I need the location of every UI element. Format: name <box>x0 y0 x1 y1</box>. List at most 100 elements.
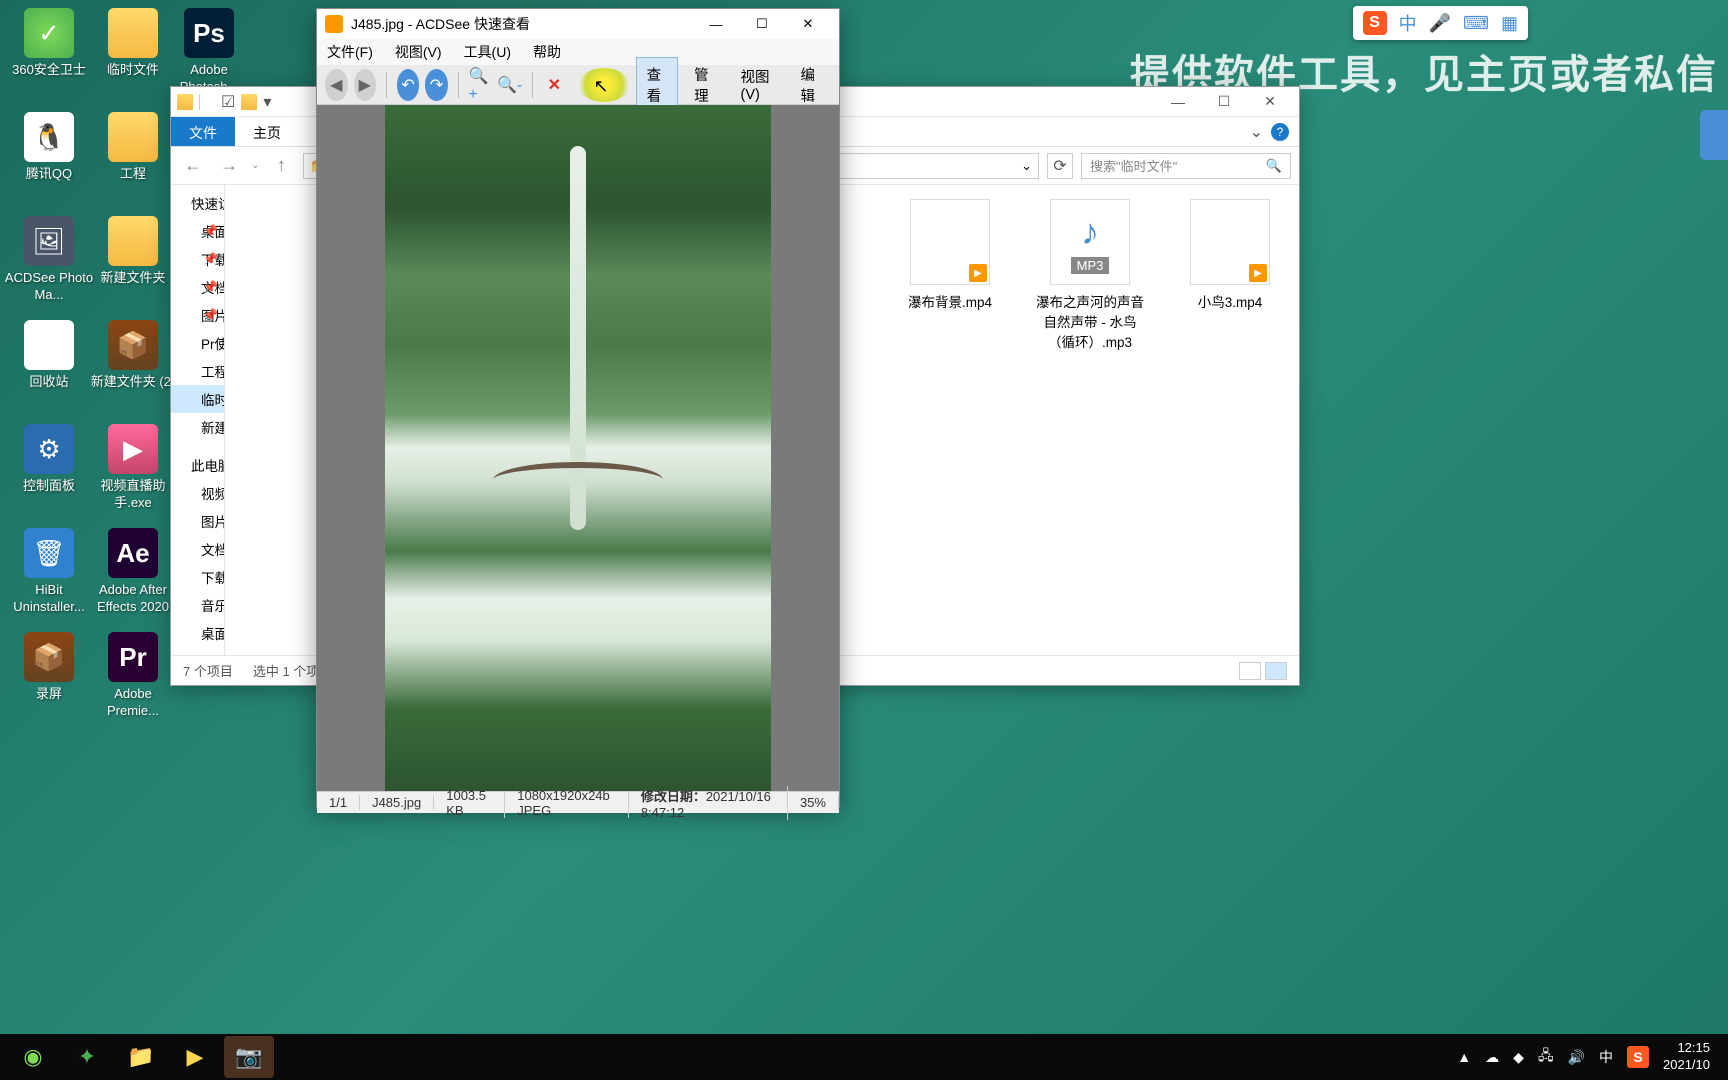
viewer-close-button[interactable]: ✕ <box>785 10 831 38</box>
desktop-icon-Adobe Photosh...[interactable]: PsAdobe Photosh... <box>164 8 254 96</box>
nav-back-button[interactable]: ← <box>179 152 207 180</box>
tray-cloud-icon[interactable]: ☁ <box>1485 1049 1499 1066</box>
tree-node[interactable]: 本地磁盘 (C:) <box>171 647 224 655</box>
view-details-button[interactable] <box>1239 662 1261 680</box>
clock-date: 2021/10 <box>1663 1057 1710 1074</box>
tree-node[interactable]: 下载 <box>171 563 224 591</box>
desktop-icon-HiBit Uninstaller...[interactable]: 🗑HiBit Uninstaller... <box>4 528 94 616</box>
tree-node[interactable]: Pr使用注意事项 <box>171 329 224 357</box>
menu-tools[interactable]: 工具(U) <box>464 42 511 62</box>
status-zoom: 35% <box>788 795 839 810</box>
system-tray[interactable]: ▲ ☁ ◆ 🖧 🔊 中 S 12:15 2021/10 <box>1457 1040 1720 1074</box>
file-item[interactable]: ▶瀑布背景.mp4 <box>895 199 1005 311</box>
viewer-maximize-button[interactable]: ☐ <box>739 10 785 38</box>
tree-node[interactable]: 桌面 <box>171 619 224 647</box>
taskbar-clock[interactable]: 12:15 2021/10 <box>1663 1040 1710 1074</box>
ime-lang[interactable]: 中 <box>1399 10 1417 36</box>
rotate-left-button[interactable]: ↶ <box>397 69 420 101</box>
search-input[interactable]: 搜索"临时文件" 🔍 <box>1081 153 1291 179</box>
ribbon-tab-file[interactable]: 文件 <box>171 117 235 146</box>
ribbon-chevron-icon[interactable]: ⌄ <box>1250 122 1263 142</box>
tree-node[interactable]: 图片 <box>171 507 224 535</box>
menu-help[interactable]: 帮助 <box>533 42 561 62</box>
tab-manage[interactable]: 管理 <box>684 58 724 112</box>
tab-edit[interactable]: 编辑 <box>791 58 831 112</box>
ime-keyboard-icon[interactable]: ⌨ <box>1463 13 1489 34</box>
play-badge-icon: ▶ <box>969 264 987 282</box>
tray-ime-icon[interactable]: S <box>1627 1046 1649 1068</box>
next-button[interactable]: ▶ <box>354 69 377 101</box>
desktop-icon-录屏[interactable]: 📦录屏 <box>4 632 94 703</box>
tray-up-icon[interactable]: ▲ <box>1457 1049 1471 1065</box>
desktop-icon-Adobe After Effects 2020[interactable]: AeAdobe After Effects 2020 <box>88 528 178 616</box>
help-icon[interactable]: ? <box>1271 123 1289 141</box>
file-item[interactable]: ▶小鸟3.mp4 <box>1175 199 1285 311</box>
qat-dropdown-icon[interactable]: ▾ <box>263 92 271 112</box>
desktop-icon-ACDSee Photo Ma...[interactable]: 🖼ACDSee Photo Ma... <box>4 216 94 304</box>
qat-check-icon[interactable]: ☑ <box>221 92 235 112</box>
icon-label: 腾讯QQ <box>4 166 94 183</box>
file-item[interactable]: ♪MP3瀑布之声河的声音自然声带 - 水鸟（循环）.mp3 <box>1035 199 1145 351</box>
desktop-icon-控制面板[interactable]: ⚙控制面板 <box>4 424 94 495</box>
side-tab[interactable] <box>1700 110 1728 160</box>
tree-node[interactable]: 文档 <box>171 535 224 563</box>
tray-lang[interactable]: 中 <box>1599 1047 1613 1067</box>
ribbon-tab-home[interactable]: 主页 <box>235 117 299 146</box>
taskbar-explorer[interactable]: 📁 <box>116 1036 166 1078</box>
address-dropdown-icon[interactable]: ⌄ <box>1021 158 1032 174</box>
tree-node[interactable]: 下载📌 <box>171 245 224 273</box>
search-icon[interactable]: 🔍 <box>1266 158 1282 174</box>
viewer-titlebar[interactable]: J485.jpg - ACDSee 快速查看 — ☐ ✕ <box>317 9 839 39</box>
qat-folder-icon[interactable] <box>241 94 257 110</box>
tree-node[interactable]: 快速访问 <box>171 189 224 217</box>
tree-node[interactable]: 新建文件夹 (2) <box>171 413 224 441</box>
desktop-icon-Adobe Premie...[interactable]: PrAdobe Premie... <box>88 632 178 720</box>
tree-node[interactable]: 文档📌 <box>171 273 224 301</box>
desktop-icon-视频直播助手.exe[interactable]: ▶视频直播助手.exe <box>88 424 178 512</box>
tree-node[interactable]: 视频 <box>171 479 224 507</box>
zoom-out-button[interactable]: 🔍- <box>497 69 522 101</box>
ico-pr-icon: Pr <box>108 632 158 682</box>
view-icons-button[interactable] <box>1265 662 1287 680</box>
tray-app-icon[interactable]: ◆ <box>1513 1049 1524 1066</box>
desktop-icon-新建文件夹[interactable]: 新建文件夹 <box>88 216 178 287</box>
ime-grid-icon[interactable]: ▦ <box>1501 13 1518 34</box>
refresh-button[interactable]: ⟳ <box>1047 153 1073 179</box>
taskbar-media[interactable]: ▶ <box>170 1036 220 1078</box>
tab-viewmode[interactable]: 视图(V) <box>731 60 785 109</box>
tree-node[interactable]: 此电脑 <box>171 451 224 479</box>
ime-voice-icon[interactable]: 🎤 <box>1429 13 1451 34</box>
tree-node[interactable]: 音乐 <box>171 591 224 619</box>
nav-history-icon[interactable]: ⌄ <box>251 160 259 171</box>
menu-file[interactable]: 文件(F) <box>327 42 373 62</box>
explorer-tree[interactable]: 快速访问桌面📌下载📌文档📌图片📌Pr使用注意事项工程临时文件新建文件夹 (2) 此… <box>171 185 225 655</box>
close-button[interactable]: ✕ <box>1247 88 1293 116</box>
taskbar[interactable]: ◉ ✦ 📁 ▶ 📷 ▲ ☁ ◆ 🖧 🔊 中 S 12:15 2021/10 <box>0 1034 1728 1080</box>
rotate-right-button[interactable]: ↷ <box>425 69 448 101</box>
ime-toolbar[interactable]: S 中 🎤 ⌨ ▦ <box>1353 6 1528 40</box>
tree-node[interactable]: 临时文件 <box>171 385 224 413</box>
taskbar-app-1[interactable]: ✦ <box>62 1036 112 1078</box>
tree-label: 新建文件夹 (2) <box>201 417 225 437</box>
delete-button[interactable]: ✕ <box>543 69 566 101</box>
desktop-icon-360安全卫士[interactable]: ✓360安全卫士 <box>4 8 94 79</box>
taskbar-camera[interactable]: 📷 <box>224 1036 274 1078</box>
maximize-button[interactable]: ☐ <box>1201 88 1247 116</box>
tray-network-icon[interactable]: 🖧 <box>1538 1045 1554 1069</box>
nav-forward-button[interactable]: → <box>215 152 243 180</box>
desktop-icon-新建文件夹 (2)[interactable]: 📦新建文件夹 (2) <box>88 320 178 391</box>
viewer-minimize-button[interactable]: — <box>693 10 739 38</box>
zoom-in-button[interactable]: 🔍+ <box>469 69 492 101</box>
minimize-button[interactable]: — <box>1155 88 1201 116</box>
desktop-icon-回收站[interactable]: 🗑回收站 <box>4 320 94 391</box>
tree-node[interactable]: 工程 <box>171 357 224 385</box>
start-button[interactable]: ◉ <box>8 1036 58 1078</box>
viewer-image-area[interactable] <box>317 105 839 791</box>
tree-node[interactable]: 桌面📌 <box>171 217 224 245</box>
nav-up-button[interactable]: ↑ <box>267 152 295 180</box>
tray-volume-icon[interactable]: 🔊 <box>1568 1049 1585 1066</box>
menu-view[interactable]: 视图(V) <box>395 42 442 62</box>
prev-button[interactable]: ◀ <box>325 69 348 101</box>
tree-node[interactable]: 图片📌 <box>171 301 224 329</box>
desktop-icon-腾讯QQ[interactable]: 🐧腾讯QQ <box>4 112 94 183</box>
